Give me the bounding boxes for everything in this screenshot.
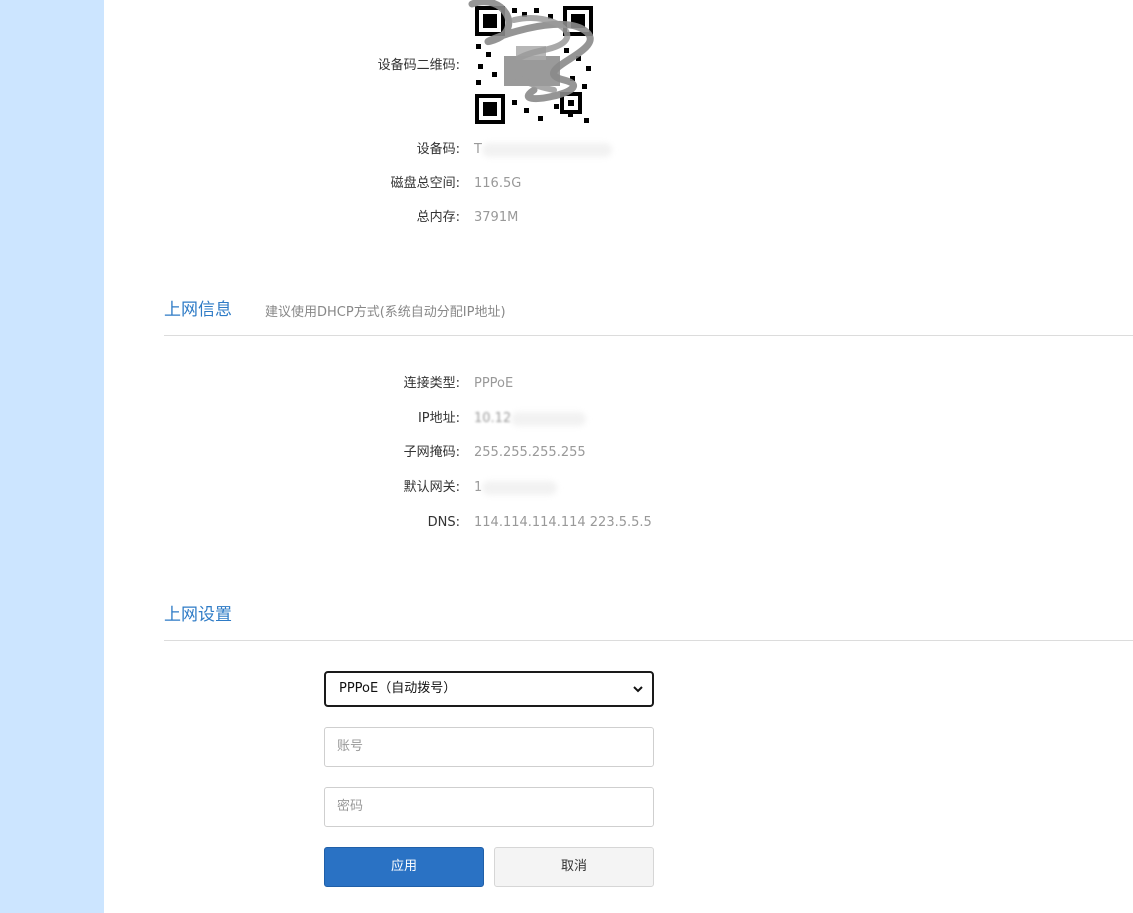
disk-label: 磁盘总空间: [390, 176, 460, 191]
mask-value: 255.255.255.255 [474, 445, 586, 460]
dns-label: DNS: [427, 515, 460, 530]
disk-row: 磁盘总空间: 116.5G [104, 173, 1133, 195]
memory-label: 总内存: [416, 210, 460, 225]
network-settings-title: 上网设置 [164, 605, 232, 625]
gateway-value: 1 [474, 477, 558, 499]
apply-button[interactable]: 应用 [324, 847, 484, 887]
qr-label: 设备码二维码: [377, 58, 460, 73]
mask-row: 子网掩码: 255.255.255.255 [104, 442, 1133, 464]
network-info-subtitle: 建议使用DHCP方式(系统自动分配IP地址) [265, 305, 506, 320]
gateway-row: 默认网关: 1 [104, 477, 1133, 499]
disk-value: 116.5G [474, 176, 522, 191]
conn-type-row: 连接类型: PPPoE [104, 373, 1133, 395]
dns-value: 114.114.114.114 223.5.5.5 [474, 515, 652, 530]
ip-row: IP地址: 10.12 [104, 408, 1133, 430]
memory-value: 3791M [474, 210, 519, 225]
ip-label: IP地址: [417, 411, 460, 426]
ip-value: 10.12 [474, 408, 587, 430]
divider [164, 335, 1133, 336]
password-input[interactable]: 密码 [324, 787, 654, 827]
connection-mode-value: PPPoE（自动拨号） [339, 681, 457, 696]
sidebar [0, 0, 104, 913]
divider [164, 640, 1133, 641]
password-placeholder: 密码 [337, 799, 364, 814]
mask-label: 子网掩码: [403, 445, 460, 460]
account-placeholder: 账号 [337, 739, 364, 754]
device-code-row: 设备码: T [104, 139, 1133, 161]
device-code-value: T [474, 139, 612, 161]
cancel-button[interactable]: 取消 [494, 847, 654, 887]
dns-row: DNS: 114.114.114.114 223.5.5.5 [104, 512, 1133, 534]
connection-mode-select[interactable]: PPPoE（自动拨号） [324, 671, 654, 707]
chevron-down-icon [633, 686, 643, 693]
main-content: 设备码二维码: 设备码: T 磁盘总空间: 116.5G 总内存: 3791M … [104, 0, 1133, 913]
conn-type-value: PPPoE [474, 376, 514, 391]
account-input[interactable]: 账号 [324, 727, 654, 767]
network-info-title: 上网信息 [164, 300, 232, 320]
gateway-label: 默认网关: [403, 480, 460, 495]
memory-row: 总内存: 3791M [104, 207, 1133, 229]
device-code-label: 设备码: [416, 142, 460, 157]
device-qr-code [464, 0, 604, 130]
conn-type-label: 连接类型: [403, 376, 460, 391]
